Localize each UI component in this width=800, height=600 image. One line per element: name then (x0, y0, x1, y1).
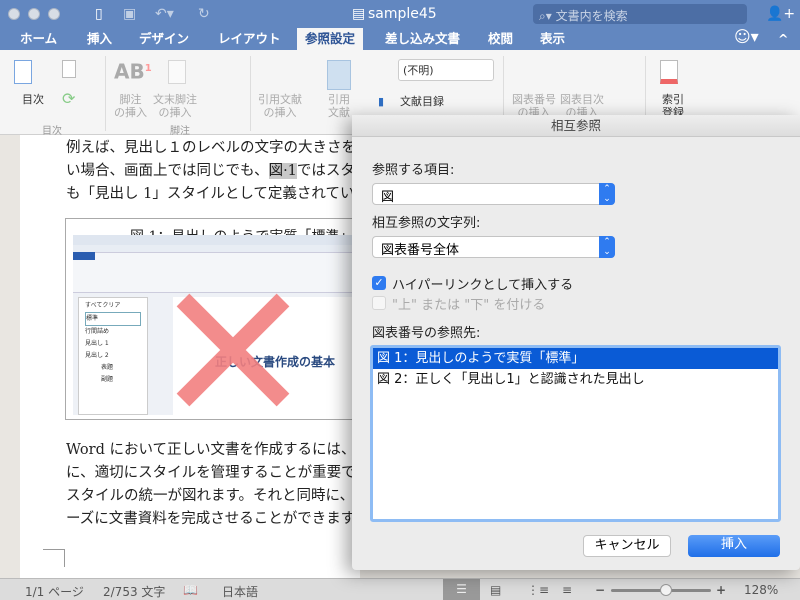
outline-view-icon[interactable]: ⋮≡ (527, 583, 549, 597)
divider (105, 56, 106, 131)
word-count[interactable]: 2/753 文字 (103, 583, 165, 600)
tab-review[interactable]: 校閲 (488, 28, 513, 50)
style-item: 見出し 2 (85, 352, 109, 359)
selected-field[interactable]: 図·1 (268, 163, 297, 179)
footnote-icon: AB1 (114, 59, 152, 84)
citation-style-select[interactable]: (不明) (398, 59, 494, 81)
above-below-checkbox[interactable] (372, 296, 386, 310)
style-item: 標準 (85, 312, 141, 326)
style-item: すべてクリア (85, 302, 121, 309)
hyperlink-checkbox[interactable]: ✓ (372, 276, 386, 290)
toc-button[interactable]: 目次 (22, 93, 44, 106)
toc-icon[interactable] (14, 60, 32, 84)
search-input[interactable]: ⌕▾ 文書内を検索 (533, 4, 747, 24)
zoom-in-button[interactable]: + (716, 583, 726, 597)
tab-design[interactable]: デザイン (139, 28, 189, 50)
endnote-icon (168, 60, 186, 84)
style-item: 見出し 1 (85, 340, 109, 347)
share-user-icon[interactable]: 👤+ (766, 6, 795, 22)
above-below-label: "上" または "下" を付ける (392, 298, 546, 313)
reference-type-select[interactable]: 図 ⌃ ⌄ (372, 183, 615, 205)
citation-icon (327, 60, 351, 90)
tab-view[interactable]: 表示 (540, 28, 565, 50)
collapse-ribbon-icon[interactable]: ^ (778, 28, 788, 50)
language[interactable]: 日本語 (222, 583, 258, 600)
add-text-icon[interactable] (62, 60, 76, 78)
hyperlink-label: ハイパーリンクとして挿入する (392, 278, 574, 293)
update-table-icon[interactable]: ⟳ (62, 91, 75, 107)
doc-line: スタイルの統一が図れます。それと同時に、W (66, 488, 370, 504)
zoom-out-button[interactable]: − (595, 583, 605, 597)
cross-reference-dialog: 相互参照 参照する項目: 図 ⌃ ⌄ 相互参照の文字列: 図表番号全体 ⌃ ⌄ ✓ ハイ… (352, 115, 800, 570)
web-layout-icon[interactable]: ▤ (490, 583, 501, 597)
doc-line: に、適切にスタイルを管理することが重要で (66, 465, 356, 481)
chevron-updown-icon: ⌃ ⌄ (599, 183, 615, 205)
cross-mark-icon (176, 293, 290, 407)
save-icon[interactable]: ▣ (123, 6, 136, 22)
zoom-slider[interactable] (611, 584, 711, 596)
insert-footnote-button[interactable]: 脚注 の挿入 (114, 93, 147, 119)
tab-layout[interactable]: レイアウト (218, 28, 281, 50)
feedback-smiley-icon[interactable]: ☺▾ (734, 26, 759, 48)
zoom-level: 128% (744, 583, 779, 597)
redo-icon[interactable]: ↻ (198, 6, 210, 22)
doc-line: 例えば、見出し１のレベルの文字の大きさを (66, 140, 356, 156)
bibliography-button[interactable]: 文献目録 (400, 95, 444, 108)
list-item[interactable]: 図 2：正しく「見出し1」と認識された見出し (373, 369, 778, 390)
doc-line: も「見出し 1」スタイルとして定義されていま (66, 186, 369, 202)
tab-mailings[interactable]: 差し込み文書 (385, 28, 460, 50)
dialog-title: 相互参照 (352, 115, 800, 137)
insert-reference-to-label: 相互参照の文字列: (372, 216, 481, 231)
insert-button[interactable]: 挿入 (688, 535, 780, 557)
sidebar-icon[interactable]: ▯ (95, 6, 103, 22)
close-window-button[interactable] (8, 8, 20, 20)
title-bar: ▯ ▣ ↶▾ ↻ ▤ sample45 ⌕▾ 文書内を検索 👤+ (0, 0, 800, 28)
style-item: 行間詰め (85, 328, 110, 335)
draft-view-icon[interactable]: ≡ (562, 583, 572, 597)
style-item: 副題 (101, 376, 114, 383)
doc-line: い場合、画面上では同じでも、図·1ではスタイ (66, 163, 370, 179)
caption-list[interactable]: 図 1：見出しのようで実質「標準」 図 2：正しく「見出し1」と認識された見出し (370, 345, 781, 522)
zoom-slider-knob[interactable] (660, 584, 672, 596)
insert-reference-to-select[interactable]: 図表番号全体 ⌃ ⌄ (372, 236, 615, 258)
document-icon: ▤ (352, 6, 366, 22)
citations-button[interactable]: 引用 文献 (328, 93, 350, 119)
window-title: sample45 (368, 6, 437, 22)
insert-endnote-button[interactable]: 文末脚注 の挿入 (153, 93, 197, 119)
list-item[interactable]: 図 1：見出しのようで実質「標準」 (373, 348, 778, 369)
tab-references[interactable]: 参照設定 (297, 28, 364, 50)
tab-insert[interactable]: 挿入 (87, 28, 112, 50)
status-bar: 1/1 ページ 2/753 文字 📖 日本語 ☰ ▤ ⋮≡ ≡ − + 128% (0, 578, 800, 600)
reference-type-label: 参照する項目: (372, 163, 455, 178)
mark-entry-icon (660, 60, 678, 84)
page-count[interactable]: 1/1 ページ (25, 583, 84, 600)
chevron-updown-icon: ⌃ ⌄ (599, 236, 615, 258)
doc-line: Word において正しい文書を作成するには、と (66, 442, 371, 458)
print-layout-icon[interactable]: ☰ (443, 579, 480, 600)
tab-home[interactable]: ホーム (20, 28, 57, 50)
for-which-caption-label: 図表番号の参照先: (372, 326, 481, 341)
zoom-window-button[interactable] (48, 8, 60, 20)
cancel-button[interactable]: キャンセル (583, 535, 671, 557)
proofing-icon[interactable]: 📖 (183, 583, 198, 597)
divider (250, 56, 251, 131)
doc-line: ーズに文書資料を完成させることができます。 (66, 511, 369, 527)
insert-citation-button[interactable]: 引用文献 の挿入 (258, 93, 302, 119)
search-icon: ⌕▾ (539, 9, 556, 23)
margin-corner-mark (43, 549, 65, 567)
bibliography-icon: ▮ (378, 95, 385, 108)
style-item: 表題 (101, 364, 114, 371)
figure-screenshot: すべてクリア 標準 行間詰め 見出し 1 見出し 2 表題 副題 正しい文書作成… (73, 235, 363, 415)
minimize-window-button[interactable] (28, 8, 40, 20)
ribbon-tabs: ホーム 挿入 デザイン レイアウト 参照設定 差し込み文書 校閲 表示 ☺▾ ^ (0, 26, 800, 50)
undo-icon[interactable]: ↶▾ (155, 6, 174, 22)
